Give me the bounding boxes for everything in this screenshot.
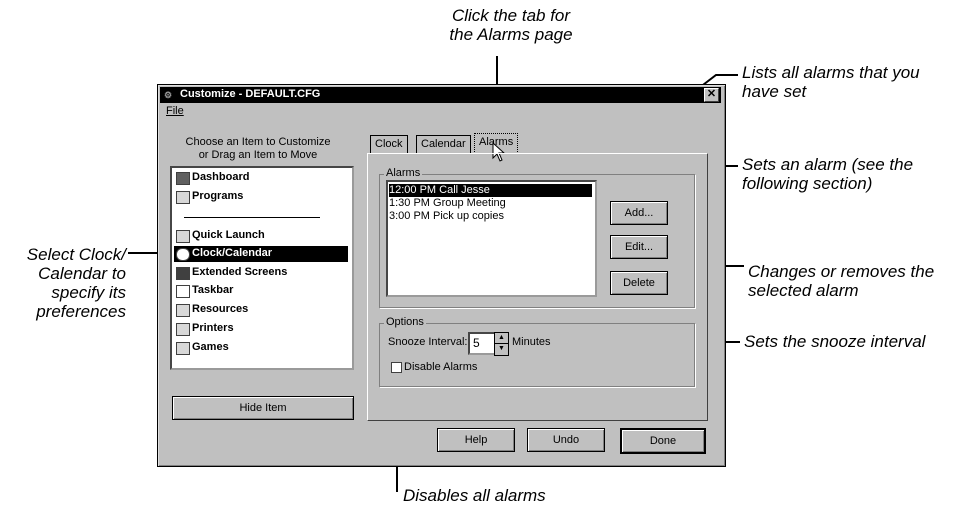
games-icon (176, 342, 190, 355)
alarm-row[interactable]: 3:00 PM Pick up copies (389, 210, 592, 223)
list-item-programs[interactable]: Programs (174, 189, 348, 205)
menu-bar: File (160, 104, 721, 120)
options-group-label: Options (384, 316, 426, 328)
printer-icon (176, 323, 190, 336)
list-item-label: Games (192, 341, 229, 353)
programs-icon (176, 191, 190, 204)
clock-icon (176, 248, 190, 261)
title-bar: ⚙ Customize - DEFAULT.CFG ✕ (160, 87, 721, 103)
list-divider (184, 217, 320, 218)
customize-item-list[interactable]: Dashboard Programs Quick Launch Clock/Ca… (170, 166, 354, 370)
extended-screens-icon (176, 267, 190, 280)
tab-clock[interactable]: Clock (370, 135, 408, 154)
tab-calendar[interactable]: Calendar (416, 135, 471, 154)
options-group (379, 323, 695, 387)
alarm-text: 12:00 PM Call Jesse (389, 184, 490, 196)
list-item-label: Dashboard (192, 171, 250, 183)
list-item-label: Taskbar (192, 284, 234, 296)
list-item-quick-launch[interactable]: Quick Launch (174, 228, 348, 244)
dashboard-icon (176, 172, 190, 185)
list-item-label: Printers (192, 322, 234, 334)
delete-alarm-button[interactable]: Delete (610, 271, 668, 295)
list-item-label: Extended Screens (192, 266, 288, 278)
edit-alarm-button[interactable]: Edit... (610, 235, 668, 259)
done-button[interactable]: Done (620, 428, 706, 454)
list-item-label: Clock/Calendar (192, 247, 273, 259)
window-title: Customize - DEFAULT.CFG (180, 88, 321, 100)
close-button[interactable]: ✕ (704, 88, 719, 102)
alarm-text: 3:00 PM Pick up copies (389, 210, 504, 222)
list-item-label: Programs (192, 190, 244, 202)
hide-item-button[interactable]: Hide Item (172, 396, 354, 420)
quick-launch-icon (176, 230, 190, 243)
taskbar-icon (176, 285, 190, 298)
system-menu-icon[interactable]: ⚙ (164, 90, 175, 100)
list-item-clock-calendar[interactable]: Clock/Calendar (174, 246, 348, 262)
alarm-row[interactable]: 1:30 PM Group Meeting (389, 197, 592, 210)
list-item-printers[interactable]: Printers (174, 321, 348, 337)
instruction-line: or Drag an Item to Move (198, 149, 318, 161)
list-item-taskbar[interactable]: Taskbar (174, 283, 348, 299)
list-item-dashboard[interactable]: Dashboard (174, 170, 348, 186)
left-panel-instruction: Choose an Item to Customize or Drag an I… (168, 136, 348, 162)
add-alarm-button[interactable]: Add... (610, 201, 668, 225)
disable-alarms-label[interactable]: Disable Alarms (404, 361, 477, 373)
list-item-extended-screens[interactable]: Extended Screens (174, 265, 348, 281)
snooze-interval-label: Snooze Interval: (388, 336, 468, 348)
spinner-down-icon[interactable]: ▼ (495, 344, 508, 354)
minutes-label: Minutes (512, 336, 551, 348)
instruction-line: Choose an Item to Customize (185, 136, 331, 148)
alarms-list[interactable]: 12:00 PM Call Jesse 1:30 PM Group Meetin… (386, 180, 597, 297)
resources-icon (176, 304, 190, 317)
menu-file[interactable]: File (166, 105, 184, 117)
list-item-games[interactable]: Games (174, 340, 348, 356)
alarm-row[interactable]: 12:00 PM Call Jesse (389, 184, 592, 197)
undo-button[interactable]: Undo (527, 428, 605, 452)
list-item-label: Resources (192, 303, 249, 315)
alarm-text: 1:30 PM Group Meeting (389, 197, 506, 209)
help-button[interactable]: Help (437, 428, 515, 452)
alarms-group-label: Alarms (384, 167, 423, 179)
list-item-resources[interactable]: Resources (174, 302, 348, 318)
spinner-up-icon[interactable]: ▲ (495, 333, 508, 344)
snooze-spinner[interactable]: ▲ ▼ (494, 332, 509, 356)
disable-alarms-checkbox[interactable] (391, 362, 402, 373)
list-item-label: Quick Launch (192, 229, 265, 241)
